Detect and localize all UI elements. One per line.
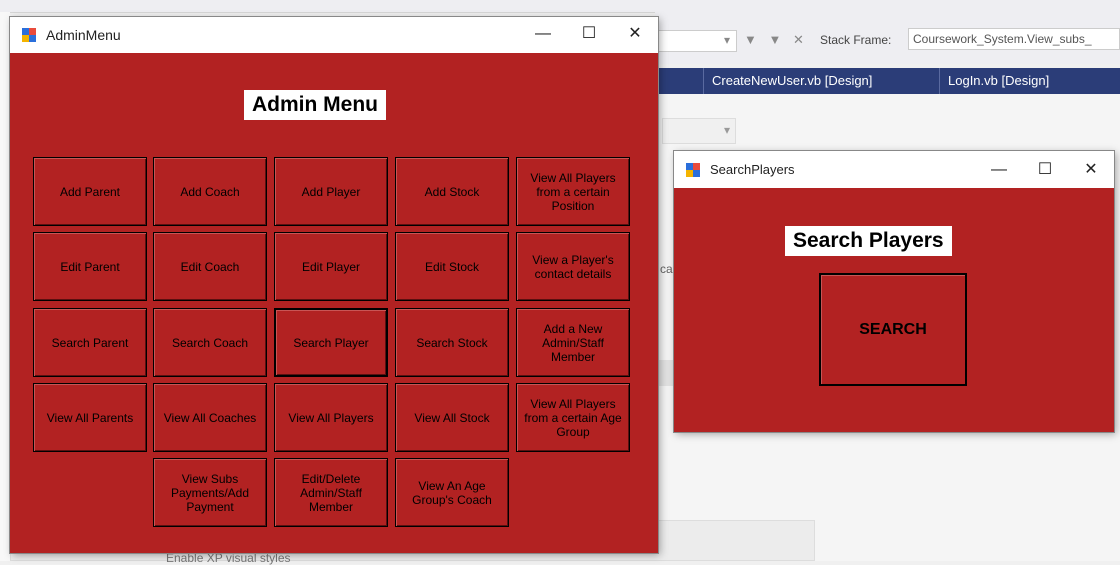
view-all-coaches-button[interactable]: View All Coaches xyxy=(153,383,267,452)
admin-menu-window: AdminMenu — ☐ ✕ Admin Menu Add Parent Add… xyxy=(10,17,658,553)
view-subs-payments-add-payment-button[interactable]: View Subs Payments/Add Payment xyxy=(153,458,267,527)
edit-stock-button[interactable]: Edit Stock xyxy=(395,232,509,301)
add-coach-button[interactable]: Add Coach xyxy=(153,157,267,226)
view-all-players-from-a-certain-age-group-button[interactable]: View All Players from a certain Age Grou… xyxy=(516,383,630,452)
stack-frame-label: Stack Frame: xyxy=(820,33,892,47)
chevron-down-icon: ▾ xyxy=(723,123,730,137)
add-stock-button[interactable]: Add Stock xyxy=(395,157,509,226)
minimize-button[interactable]: — xyxy=(976,151,1022,188)
vs-left-strip xyxy=(0,12,10,561)
search-coach-button[interactable]: Search Coach xyxy=(153,308,267,377)
edit-delete-admin-staff-member-button[interactable]: Edit/Delete Admin/Staff Member xyxy=(274,458,388,527)
vs-property-dropdown[interactable]: ▾ xyxy=(662,118,736,144)
close-button[interactable]: ✕ xyxy=(612,17,658,53)
chevron-down-icon: ▾ xyxy=(723,33,730,47)
vs-document-tabs: CreateNewUser.vb [Design] LogIn.vb [Desi… xyxy=(655,68,1120,94)
vs-text-fragment: ca xyxy=(660,262,673,276)
admin-menu-heading: Admin Menu xyxy=(244,90,386,120)
vs-thread-filter-icons[interactable]: ▼ ▼ ✕ xyxy=(744,32,808,48)
vs-config-dropdown[interactable]: ▾ xyxy=(655,30,737,52)
view-all-parents-button[interactable]: View All Parents xyxy=(33,383,147,452)
add-player-button[interactable]: Add Player xyxy=(274,157,388,226)
view-all-stock-button[interactable]: View All Stock xyxy=(395,383,509,452)
search-players-heading: Search Players xyxy=(785,226,952,256)
view-a-player-s-contact-details-button[interactable]: View a Player's contact details xyxy=(516,232,630,301)
search-title-bar[interactable]: SearchPlayers — ☐ ✕ xyxy=(674,151,1114,188)
search-stock-button[interactable]: Search Stock xyxy=(395,308,509,377)
maximize-button[interactable]: ☐ xyxy=(566,17,612,53)
enable-xp-styles-label: Enable XP visual styles xyxy=(166,551,291,565)
admin-title-bar[interactable]: AdminMenu — ☐ ✕ xyxy=(10,17,658,53)
view-an-age-group-s-coach-button[interactable]: View An Age Group's Coach xyxy=(395,458,509,527)
view-all-players-button[interactable]: View All Players xyxy=(274,383,388,452)
view-all-players-from-a-certain-position-button[interactable]: View All Players from a certain Position xyxy=(516,157,630,226)
minimize-button[interactable]: — xyxy=(520,17,566,53)
close-button[interactable]: ✕ xyxy=(1068,151,1114,188)
window-title: SearchPlayers xyxy=(710,162,795,177)
tab-login-design[interactable]: LogIn.vb [Design] xyxy=(939,68,1079,94)
stack-frame-dropdown[interactable]: Coursework_System.View_subs_ xyxy=(908,28,1120,50)
search-player-button[interactable]: Search Player xyxy=(274,308,388,377)
add-parent-button[interactable]: Add Parent xyxy=(33,157,147,226)
app-icon xyxy=(22,28,36,42)
edit-parent-button[interactable]: Edit Parent xyxy=(33,232,147,301)
tab-createnewuser-design[interactable]: CreateNewUser.vb [Design] xyxy=(703,68,939,94)
search-button[interactable]: SEARCH xyxy=(819,273,967,386)
add-a-new-admin-staff-member-button[interactable]: Add a New Admin/Staff Member xyxy=(516,308,630,377)
search-players-window: SearchPlayers — ☐ ✕ Search Players SEARC… xyxy=(674,151,1114,432)
window-title: AdminMenu xyxy=(46,27,121,43)
edit-coach-button[interactable]: Edit Coach xyxy=(153,232,267,301)
app-icon xyxy=(686,163,700,177)
search-parent-button[interactable]: Search Parent xyxy=(33,308,147,377)
maximize-button[interactable]: ☐ xyxy=(1022,151,1068,188)
edit-player-button[interactable]: Edit Player xyxy=(274,232,388,301)
